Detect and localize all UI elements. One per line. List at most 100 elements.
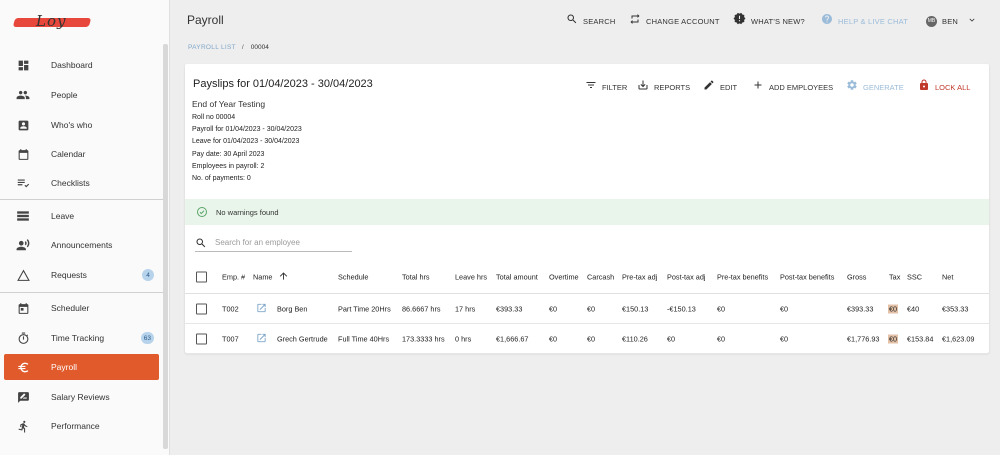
cell-ssc: €153.84 xyxy=(907,334,934,344)
cell-name[interactable]: Grech Gertrude xyxy=(277,335,328,344)
add-employees-button[interactable]: ADD EMPLOYEES xyxy=(752,78,833,96)
cell-ssc: €40 xyxy=(907,304,920,314)
col-emp-no[interactable]: Emp. # xyxy=(222,272,245,281)
cell-overtime: €0 xyxy=(549,304,558,314)
sidebar-item-requests[interactable]: Requests 4 xyxy=(4,262,159,288)
employee-search-input[interactable] xyxy=(215,238,345,247)
cell-net: €1,623.09 xyxy=(942,334,975,344)
edit-button[interactable]: EDIT xyxy=(703,78,737,96)
row-checkbox[interactable] xyxy=(196,303,207,315)
sidebar-item-label: People xyxy=(51,90,78,100)
help-chat-button[interactable]: HELP & LIVE CHAT xyxy=(821,12,908,30)
cell-pre-tax-adj: €110.26 xyxy=(622,334,648,344)
col-tax[interactable]: Tax xyxy=(889,272,900,281)
euro-icon xyxy=(15,359,31,375)
open-external-icon[interactable] xyxy=(256,303,267,316)
breadcrumb: PAYROLL LIST / 00004 xyxy=(188,44,269,51)
col-ssc[interactable]: SSC xyxy=(907,272,922,281)
cell-pre-tax-benefits: €0 xyxy=(717,304,726,314)
sidebar-item-label: Who's who xyxy=(51,120,93,130)
col-post-tax-adj[interactable]: Post-tax adj xyxy=(667,272,706,281)
sidebar-item-leave[interactable]: Leave xyxy=(4,203,159,229)
lock-all-button[interactable]: LOCK ALL xyxy=(918,78,970,96)
search-icon xyxy=(195,237,207,249)
row-checkbox[interactable] xyxy=(196,333,207,345)
breadcrumb-payroll-list[interactable]: PAYROLL LIST xyxy=(188,44,236,51)
table-row[interactable]: T007 Grech Gertrude Full Time 40Hrs 173.… xyxy=(185,325,989,354)
whats-new-label: WHAT'S NEW? xyxy=(751,16,805,26)
sidebar-item-label: Announcements xyxy=(51,240,113,250)
card-title: Payslips for 01/04/2023 - 30/04/2023 xyxy=(193,78,373,90)
cell-carcash: €0 xyxy=(587,334,596,344)
user-menu[interactable]: MB BEN xyxy=(926,12,977,30)
change-account-button[interactable]: CHANGE ACCOUNT xyxy=(629,12,720,30)
cell-leave-hrs: 0 hrs xyxy=(455,334,472,344)
sidebar-item-scheduler[interactable]: Scheduler xyxy=(4,295,159,321)
sidebar: Loy Dashboard People Who's who Calendar … xyxy=(0,0,170,455)
payslips-card: Payslips for 01/04/2023 - 30/04/2023 FIL… xyxy=(185,64,989,354)
sidebar-item-label: Checklists xyxy=(51,178,90,188)
sidebar-item-label: Requests xyxy=(51,270,87,280)
cell-gross: €393.33 xyxy=(847,304,874,314)
new-badge-icon xyxy=(733,12,746,30)
sidebar-item-label: Scheduler xyxy=(51,303,90,313)
col-pre-tax-benefits[interactable]: Pre-tax benefits xyxy=(717,272,768,281)
generate-button[interactable]: GENERATE xyxy=(846,78,904,96)
whats-new-button[interactable]: WHAT'S NEW? xyxy=(733,12,805,30)
lock-icon xyxy=(918,78,930,96)
chevron-down-icon xyxy=(967,12,977,30)
avatar: MB xyxy=(926,15,937,27)
sidebar-scrollbar[interactable] xyxy=(163,44,168,449)
col-schedule[interactable]: Schedule xyxy=(338,272,368,281)
cell-pre-tax-benefits: €0 xyxy=(717,334,726,344)
select-all-checkbox[interactable] xyxy=(196,271,207,282)
sidebar-item-checklists[interactable]: Checklists xyxy=(4,170,159,196)
sidebar-item-whos-who[interactable]: Who's who xyxy=(4,112,159,138)
filter-button[interactable]: FILTER xyxy=(585,78,627,96)
sidebar-item-time-tracking[interactable]: Time Tracking 63 xyxy=(4,325,159,351)
sidebar-item-label: Performance xyxy=(51,421,100,431)
cell-tax: €0 xyxy=(888,304,899,314)
sidebar-item-dashboard[interactable]: Dashboard xyxy=(4,52,159,78)
sort-arrow-up-icon[interactable] xyxy=(278,270,289,283)
table-header: Emp. # Name Schedule Total hrs Leave hrs… xyxy=(185,260,989,294)
cell-name[interactable]: Borg Ben xyxy=(277,305,307,314)
checklist-icon xyxy=(15,175,31,191)
cell-post-tax-benefits: €0 xyxy=(780,334,789,344)
col-total-hrs[interactable]: Total hrs xyxy=(402,272,430,281)
change-account-label: CHANGE ACCOUNT xyxy=(646,16,720,26)
people-icon xyxy=(15,87,31,103)
col-total-amount[interactable]: Total amount xyxy=(496,272,538,281)
payroll-subtitle: End of Year Testing xyxy=(192,99,266,109)
col-gross[interactable]: Gross xyxy=(847,272,866,281)
col-pre-tax-adj[interactable]: Pre-tax adj xyxy=(622,272,657,281)
search-button[interactable]: SEARCH xyxy=(566,12,615,30)
sidebar-item-calendar[interactable]: Calendar xyxy=(4,141,159,167)
cell-total-amount: €1,666.67 xyxy=(496,334,529,344)
sidebar-item-performance[interactable]: Performance xyxy=(4,413,159,439)
col-net[interactable]: Net xyxy=(942,272,953,281)
col-overtime[interactable]: Overtime xyxy=(549,272,579,281)
cell-total-hrs: 86.6667 hrs xyxy=(402,304,441,314)
calendar-icon xyxy=(15,146,31,162)
open-external-icon[interactable] xyxy=(256,333,267,346)
info-employees: Employees in payroll: 2 xyxy=(192,163,265,170)
sidebar-item-people[interactable]: People xyxy=(4,82,159,108)
add-employees-label: ADD EMPLOYEES xyxy=(769,82,834,92)
logo[interactable]: Loy xyxy=(12,10,92,32)
scheduler-icon xyxy=(15,300,31,316)
col-name[interactable]: Name xyxy=(253,272,272,281)
time-tracking-badge: 63 xyxy=(140,332,154,344)
col-leave-hrs[interactable]: Leave hrs xyxy=(455,272,487,281)
leave-icon xyxy=(15,208,31,224)
sidebar-item-payroll[interactable]: Payroll xyxy=(4,354,159,380)
contact-card-icon xyxy=(15,117,31,133)
sidebar-item-announcements[interactable]: Announcements xyxy=(4,232,159,258)
sidebar-item-salary-reviews[interactable]: Salary Reviews xyxy=(4,384,159,410)
breadcrumb-separator: / xyxy=(241,44,244,51)
cell-post-tax-adj: -€150.13 xyxy=(667,304,696,314)
col-post-tax-benefits[interactable]: Post-tax benefits xyxy=(780,272,834,281)
table-row[interactable]: T002 Borg Ben Part Time 20Hrs 86.6667 hr… xyxy=(185,295,989,324)
col-carcash[interactable]: Carcash xyxy=(587,272,614,281)
reports-button[interactable]: REPORTS xyxy=(637,78,690,96)
